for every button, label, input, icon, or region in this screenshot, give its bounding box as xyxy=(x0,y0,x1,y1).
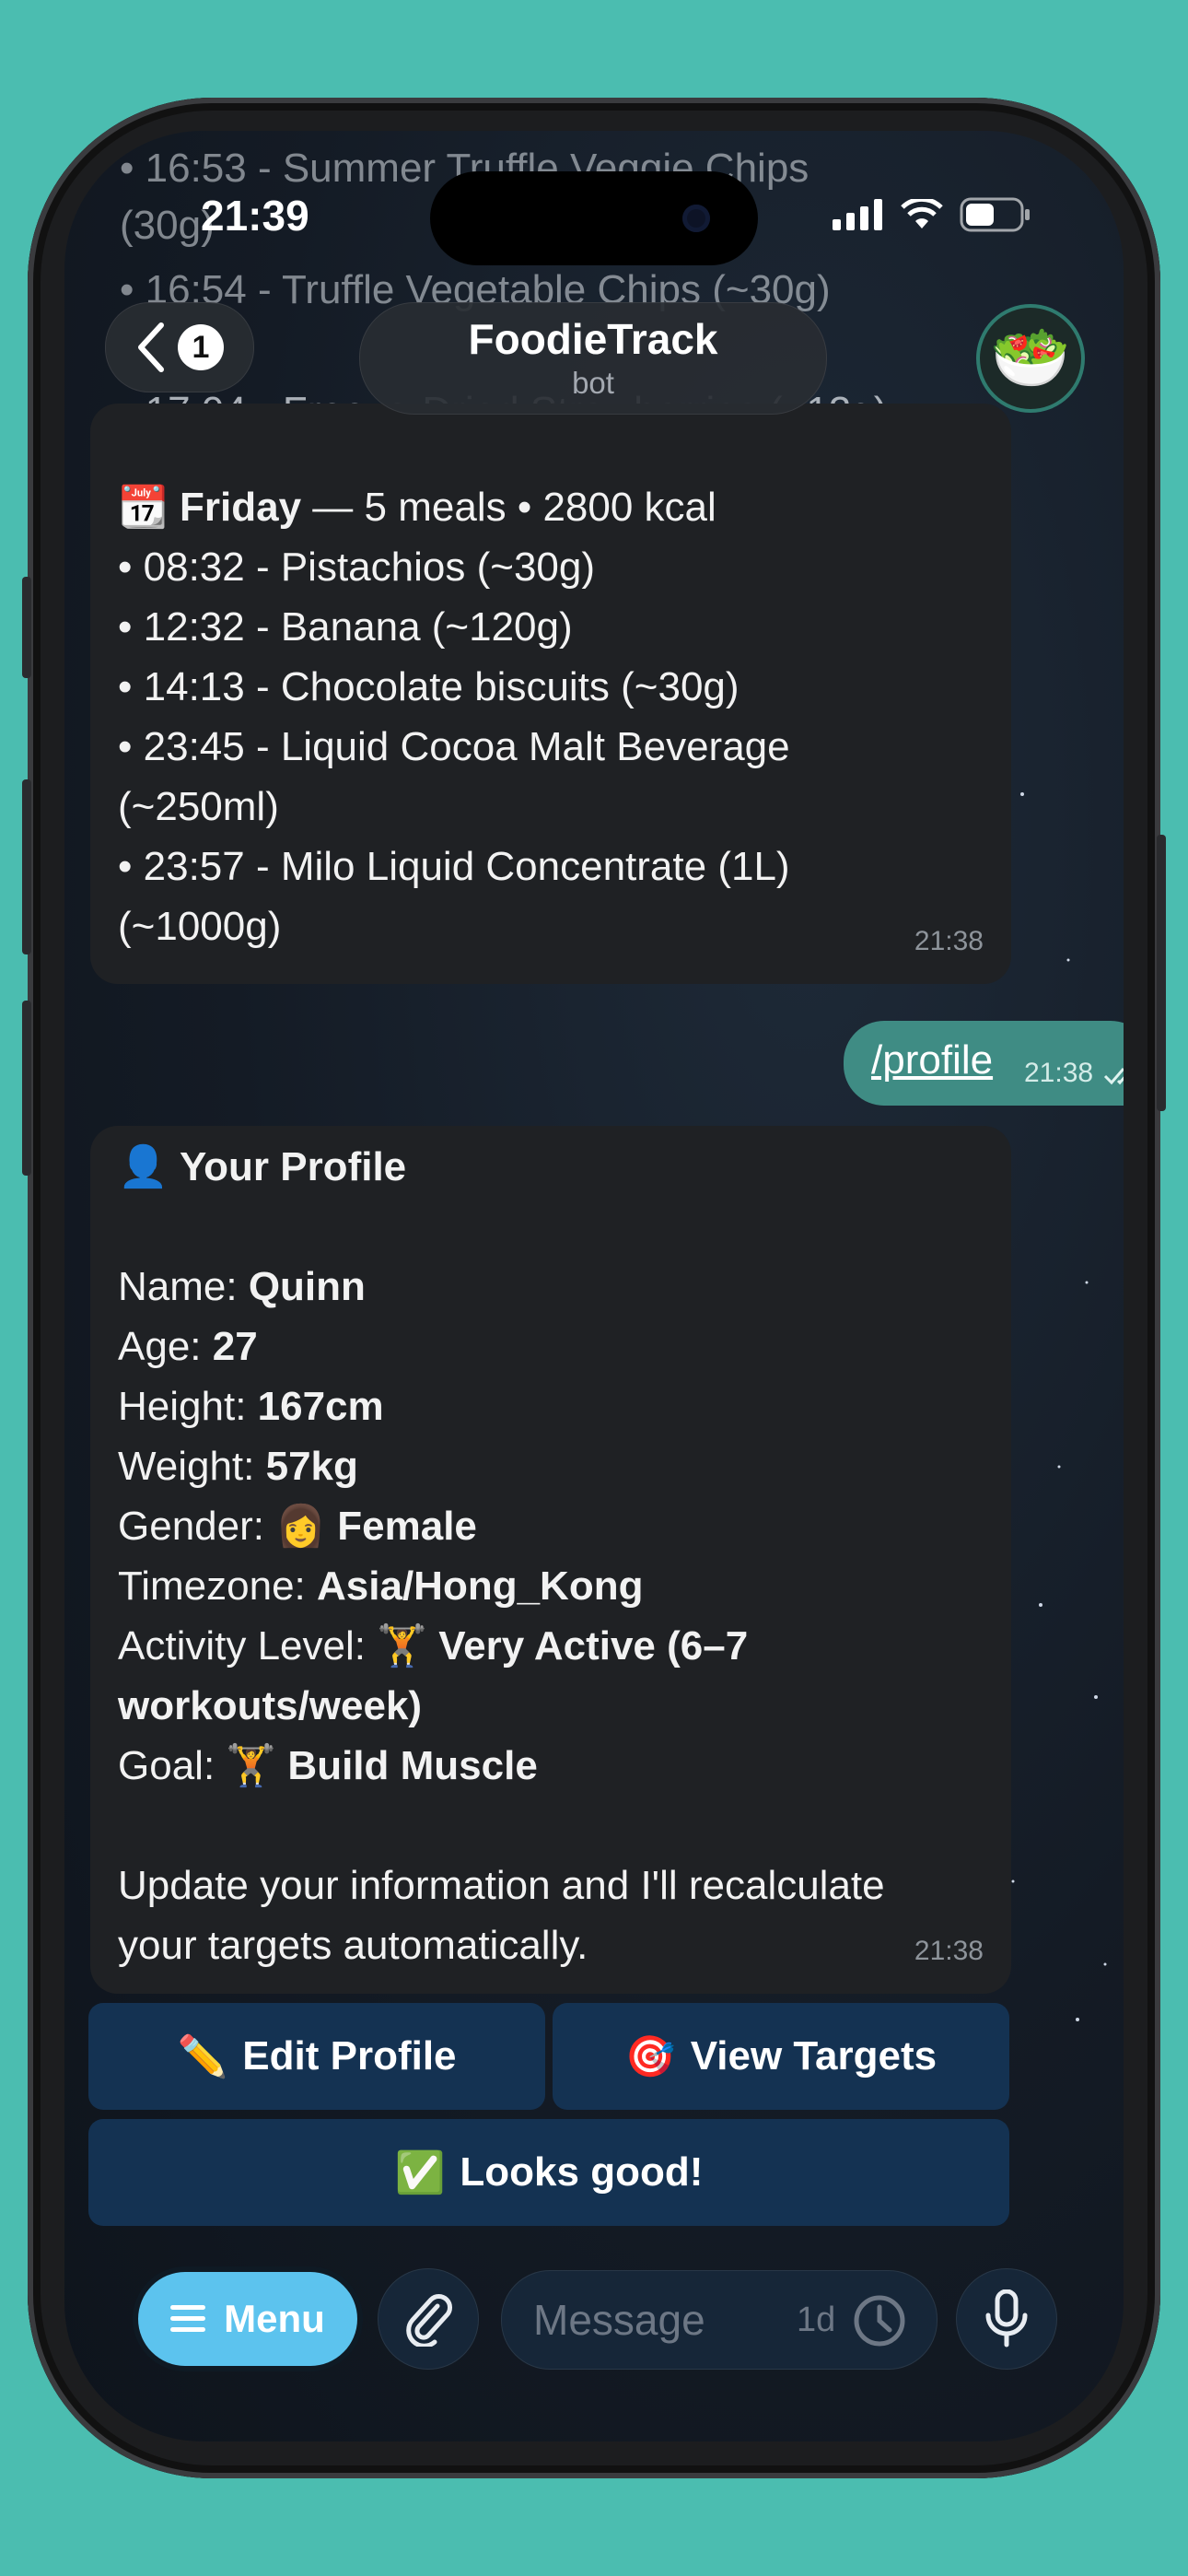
salad-icon: 🥗 xyxy=(990,322,1071,393)
edit-profile-button[interactable]: ✏️ Edit Profile xyxy=(88,2003,545,2110)
status-time: 21:39 xyxy=(201,192,309,240)
meal-entry: (~250ml) xyxy=(118,784,279,829)
profile-goal: Build Muscle xyxy=(287,1743,538,1788)
profile-weight-row: Weight: 57kg xyxy=(118,1444,358,1489)
calendar-icon: 📆 xyxy=(118,485,169,530)
check-mark-icon: ✅ xyxy=(394,2150,446,2195)
profile-gender: Female xyxy=(337,1504,477,1549)
chat-area[interactable]: • 16:53 - Summer Truffle Veggie Chips (3… xyxy=(64,131,1124,2441)
meal-entry: • 23:57 - Milo Liquid Concentrate (1L) xyxy=(118,844,790,889)
weightlifter-icon: 🏋️ xyxy=(226,1743,277,1788)
dynamic-island xyxy=(430,171,758,265)
message-time: 21:38 xyxy=(914,1936,984,1966)
camera-icon xyxy=(682,205,710,232)
profile-command-link[interactable]: /profile xyxy=(871,1037,993,1083)
profile-name: Quinn xyxy=(248,1264,366,1309)
menu-lines-icon xyxy=(170,2305,206,2332)
day-name: Friday xyxy=(180,485,302,530)
cellular-signal-icon xyxy=(833,199,882,230)
volume-down-button xyxy=(22,1001,31,1176)
profile-message: 👤 Your Profile Name: Quinn Age: 27 Heigh… xyxy=(90,1126,1011,1994)
day-summary: — 5 meals • 2800 kcal xyxy=(301,485,716,530)
day-summary-line: 📆 Friday — 5 meals • 2800 kcal xyxy=(118,477,790,537)
voice-message-button[interactable] xyxy=(956,2268,1057,2370)
meal-entry: • 23:45 - Liquid Cocoa Malt Beverage xyxy=(118,724,790,769)
meal-log-message: 📆 Friday — 5 meals • 2800 kcal • 08:32 -… xyxy=(90,404,1011,984)
chat-subtitle: bot xyxy=(572,366,614,400)
chevron-left-icon xyxy=(138,322,164,372)
meal-entry: • 12:32 - Banana (~120g) xyxy=(118,604,573,650)
outgoing-message: /profile 21:38 xyxy=(844,1021,1124,1106)
woman-icon: 👩 xyxy=(275,1504,327,1549)
pencil-icon: ✏️ xyxy=(177,2034,228,2079)
timer-icon[interactable] xyxy=(852,2293,907,2348)
screen: • 16:53 - Summer Truffle Veggie Chips (3… xyxy=(64,131,1124,2441)
mute-switch xyxy=(22,577,31,678)
target-icon: 🎯 xyxy=(624,2034,676,2079)
attach-button[interactable] xyxy=(378,2268,479,2370)
message-placeholder: Message xyxy=(533,2296,705,2344)
wifi-icon xyxy=(901,199,943,228)
profile-weight: 57kg xyxy=(265,1444,358,1489)
profile-age-row: Age: 27 xyxy=(118,1324,258,1369)
meal-entry: • 14:13 - Chocolate biscuits (~30g) xyxy=(118,664,740,709)
profile-timezone: Asia/Hong_Kong xyxy=(317,1563,644,1609)
back-button[interactable]: 1 xyxy=(105,302,254,392)
profile-goal-row: Goal: 🏋️ Build Muscle xyxy=(118,1743,538,1788)
profile-activity-row: Activity Level: 🏋️ Very Active (6–7 xyxy=(118,1623,749,1669)
unread-count-badge: 1 xyxy=(178,324,224,370)
double-check-icon xyxy=(1103,1068,1124,1085)
profile-name-row: Name: Quinn xyxy=(118,1264,366,1309)
profile-footer: Update your information and I'll recalcu… xyxy=(118,1863,885,1908)
auto-delete-timer-label: 1d xyxy=(797,2301,836,2339)
power-button xyxy=(1157,835,1166,1111)
profile-gender-row: Gender: 👩 Female xyxy=(118,1504,477,1549)
paperclip-icon xyxy=(406,2294,452,2347)
meal-entry: • 08:32 - Pistachios (~30g) xyxy=(118,544,596,590)
message-time: 21:38 xyxy=(1024,1058,1094,1088)
view-targets-button[interactable]: 🎯 View Targets xyxy=(553,2003,1009,2110)
chat-title-pill[interactable]: FoodieTrack bot xyxy=(359,302,827,415)
profile-height-row: Height: 167cm xyxy=(118,1384,384,1429)
profile-footer: your targets automatically. xyxy=(118,1923,588,1968)
message-input[interactable]: Message 1d xyxy=(501,2270,938,2370)
menu-button[interactable]: Menu xyxy=(138,2272,357,2366)
microphone-icon xyxy=(985,2289,1028,2348)
profile-activity-row-cont: workouts/week) xyxy=(118,1683,423,1728)
user-icon: 👤 xyxy=(118,1144,169,1189)
bot-avatar[interactable]: 🥗 xyxy=(976,304,1085,413)
meal-entry: (~1000g) xyxy=(118,904,282,949)
status-icons xyxy=(833,197,1031,232)
volume-up-button xyxy=(22,779,31,954)
chat-title: FoodieTrack xyxy=(468,315,718,363)
profile-title: 👤 Your Profile xyxy=(118,1144,407,1189)
looks-good-button[interactable]: ✅ Looks good! xyxy=(88,2119,1009,2226)
battery-icon xyxy=(960,197,1030,232)
profile-age: 27 xyxy=(212,1324,258,1369)
message-time: 21:38 xyxy=(914,926,984,956)
weightlifter-icon: 🏋️ xyxy=(377,1623,428,1669)
profile-activity: Very Active (6–7 xyxy=(438,1623,749,1669)
profile-timezone-row: Timezone: Asia/Hong_Kong xyxy=(118,1563,644,1609)
profile-height: 167cm xyxy=(257,1384,384,1429)
